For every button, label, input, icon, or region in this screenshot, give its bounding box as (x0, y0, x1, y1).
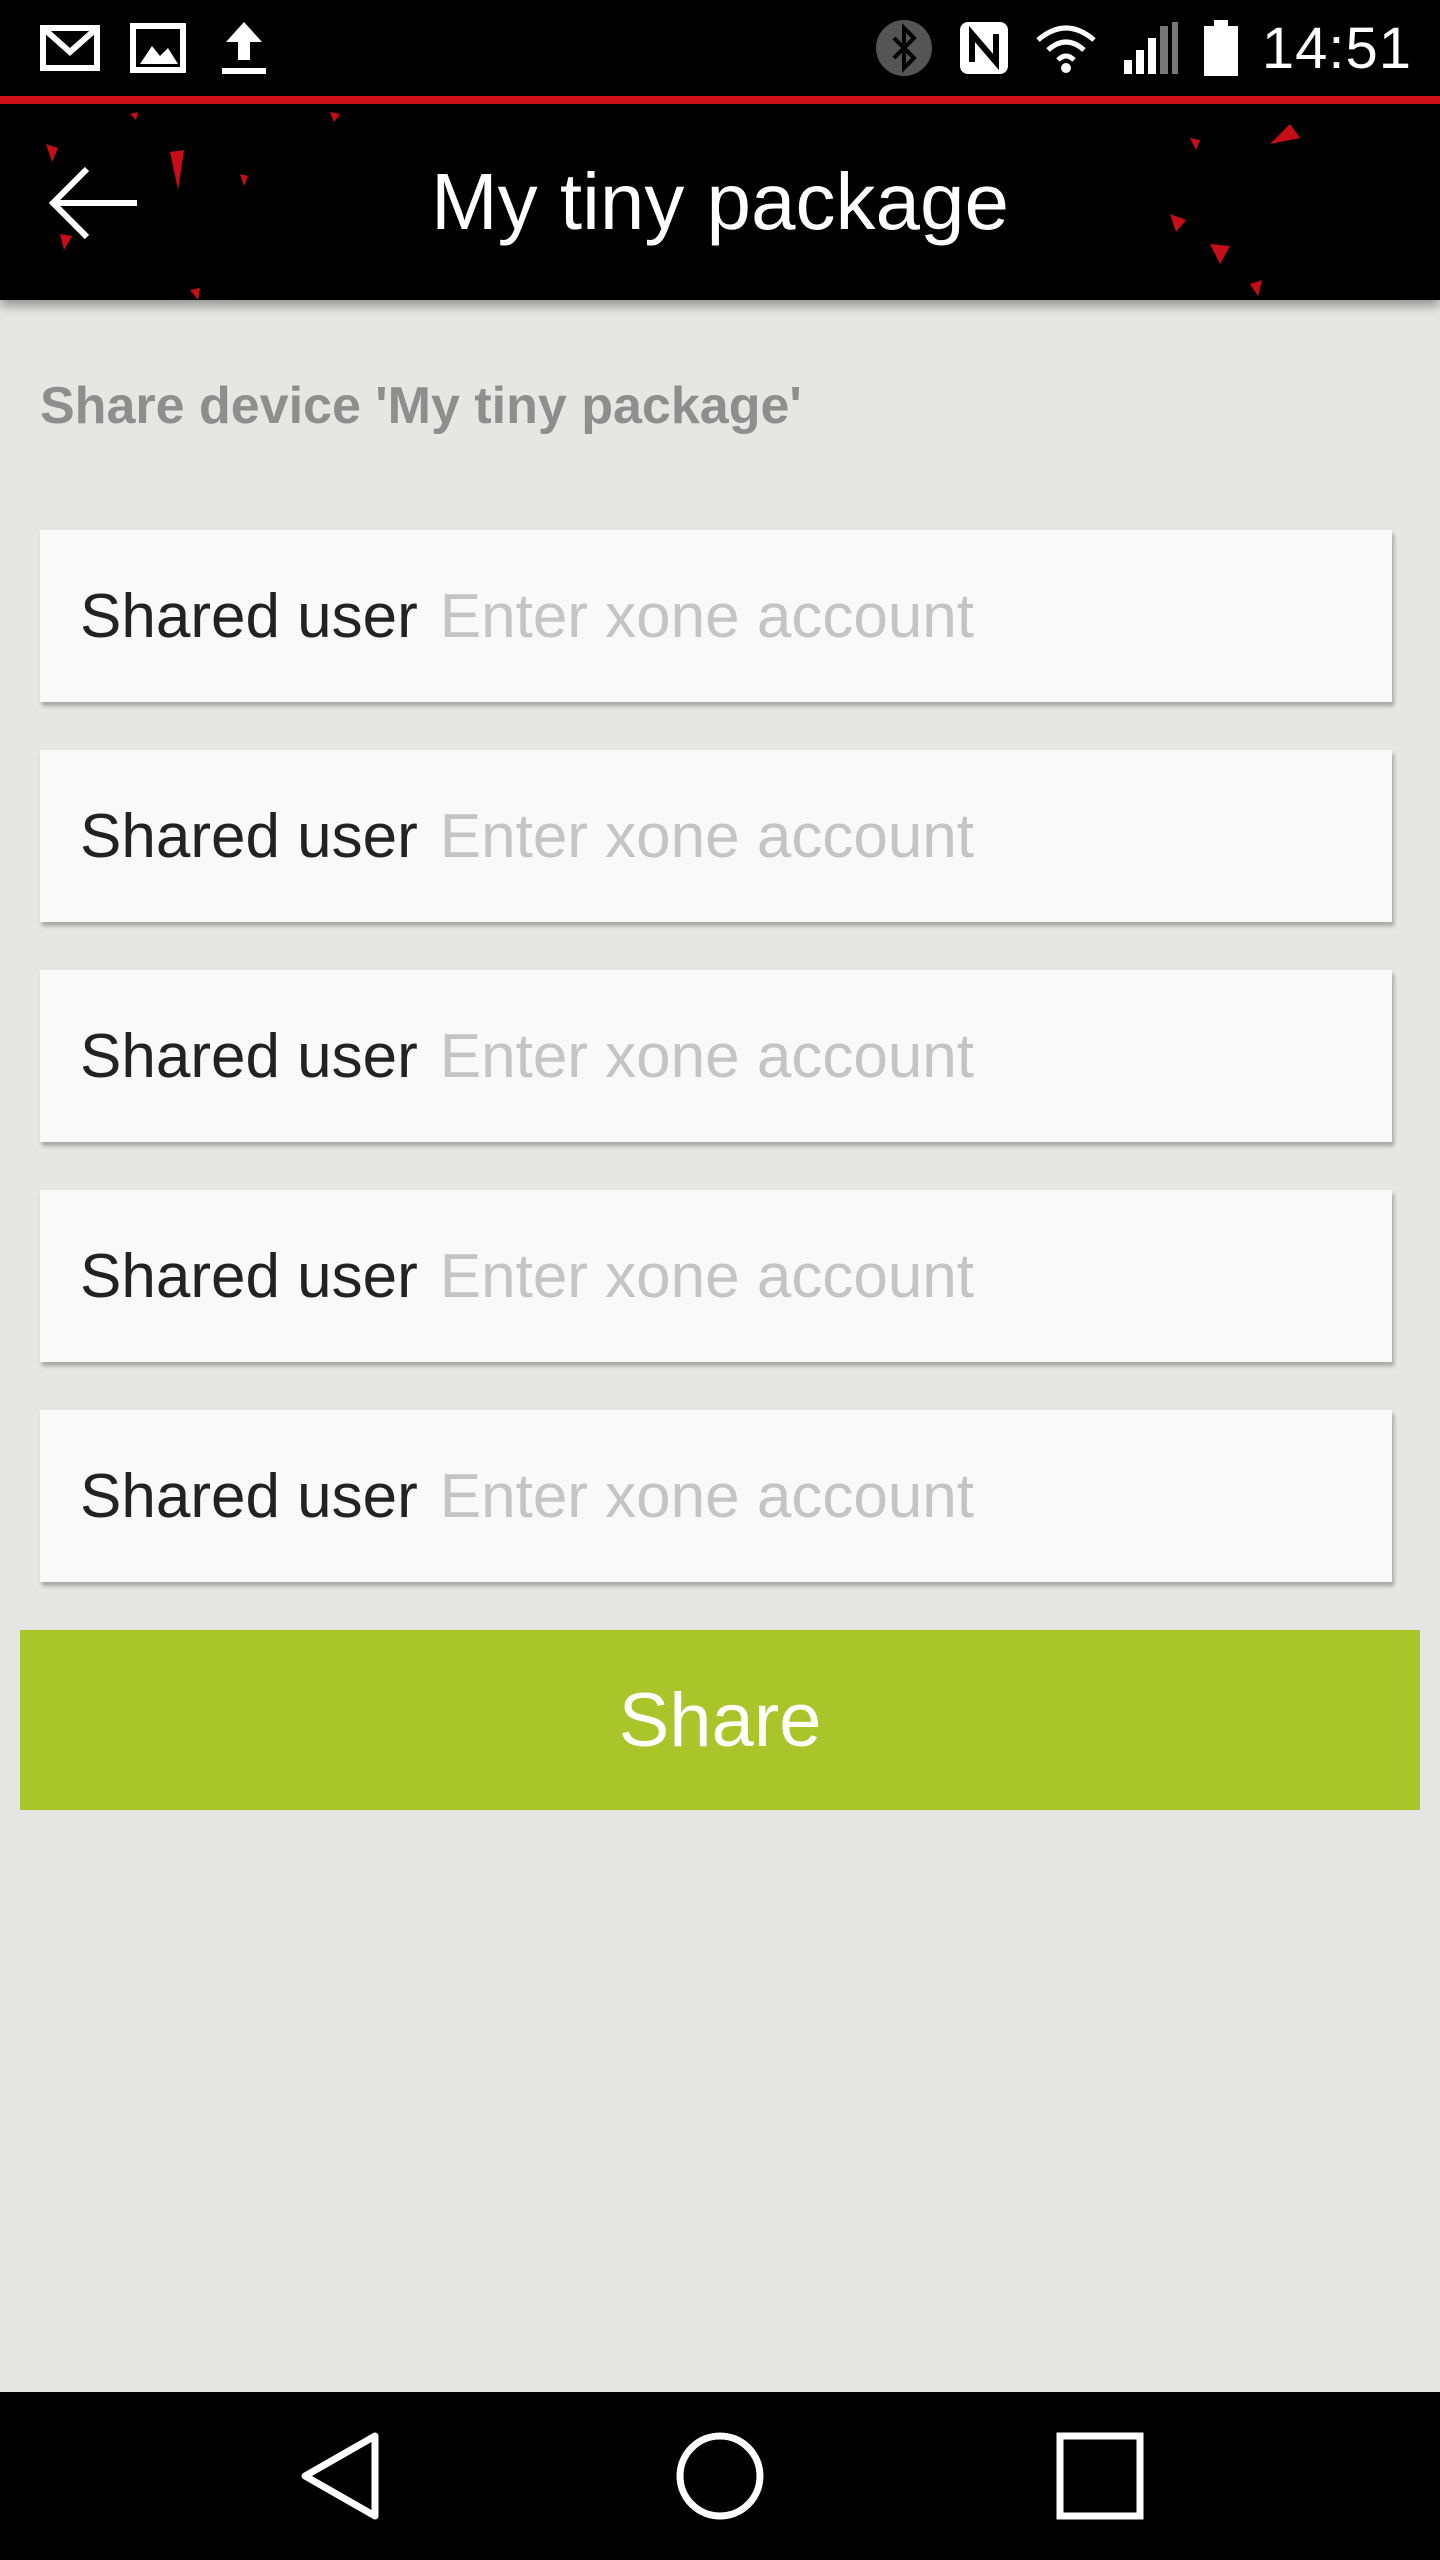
shared-user-input-2[interactable] (439, 750, 1392, 922)
gallery-icon (130, 23, 186, 73)
nav-back-button[interactable] (280, 2416, 400, 2536)
status-bar: 14:51 (0, 0, 1440, 96)
upload-icon (222, 22, 266, 74)
battery-icon (1203, 20, 1238, 76)
app-bar: My tiny package (0, 104, 1440, 300)
shared-user-label: Shared user (80, 1021, 418, 1091)
shared-user-input-3[interactable] (439, 970, 1392, 1142)
status-divider (0, 96, 1440, 104)
shared-user-field-3: Shared user (40, 970, 1392, 1142)
share-device-heading: Share device 'My tiny package' (40, 377, 802, 435)
status-time: 14:51 (1261, 15, 1412, 81)
shared-user-input-1[interactable] (439, 530, 1392, 702)
shared-user-field-5: Shared user (40, 1410, 1392, 1582)
shared-user-input-5[interactable] (439, 1410, 1392, 1582)
nav-home-button[interactable] (660, 2416, 780, 2536)
bluetooth-icon (875, 20, 932, 76)
shared-user-label: Shared user (80, 1241, 418, 1311)
shared-user-field-1: Shared user (40, 530, 1392, 702)
page-title: My tiny package (430, 157, 1010, 246)
share-button[interactable]: Share (20, 1630, 1420, 1810)
home-circle-icon (676, 2432, 764, 2520)
gmail-icon (40, 25, 100, 71)
shared-user-label: Shared user (80, 1461, 418, 1531)
recents-square-icon (1056, 2432, 1144, 2520)
navigation-bar (0, 2392, 1440, 2560)
shared-user-input-4[interactable] (439, 1190, 1392, 1362)
wifi-icon (1036, 25, 1096, 73)
nfc-icon (959, 22, 1008, 74)
shared-user-label: Shared user (80, 801, 418, 871)
nav-recents-button[interactable] (1040, 2416, 1160, 2536)
shared-user-field-2: Shared user (40, 750, 1392, 922)
shared-user-label: Shared user (80, 581, 418, 651)
shared-user-field-4: Shared user (40, 1190, 1392, 1362)
back-triangle-icon (301, 2432, 379, 2520)
signal-icon (1123, 22, 1178, 74)
